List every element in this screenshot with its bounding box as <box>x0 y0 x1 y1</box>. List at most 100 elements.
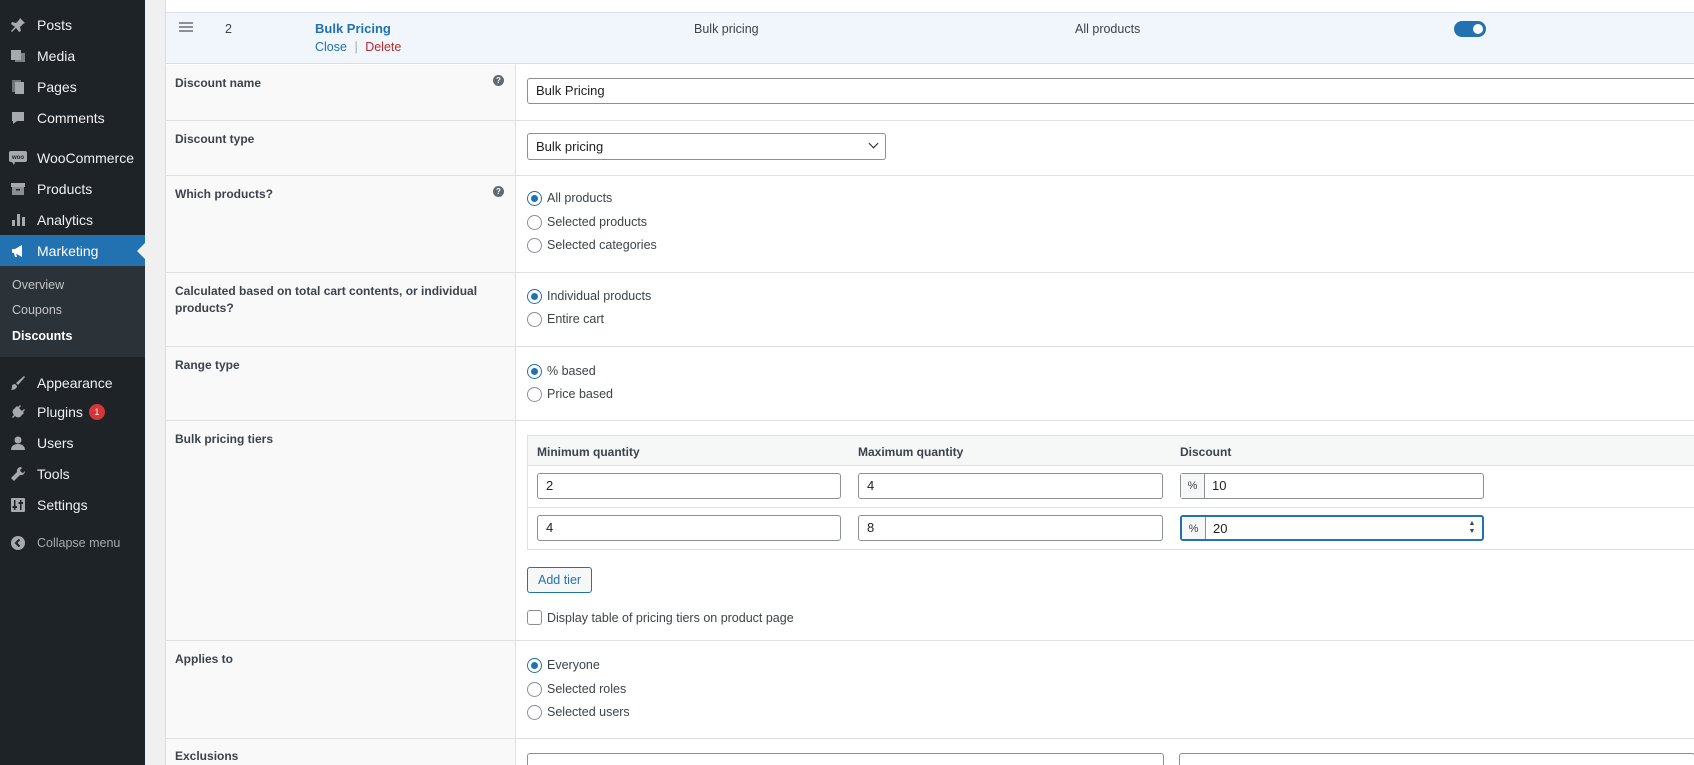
sidebar-item-media[interactable]: Media <box>0 40 145 71</box>
radio-dot[interactable] <box>527 386 542 402</box>
sidebar-item-tools[interactable]: Tools <box>0 458 145 489</box>
radio-dot[interactable] <box>527 704 542 720</box>
megaphone-icon <box>8 241 28 261</box>
discount-input-group[interactable]: % 10 <box>1180 473 1484 499</box>
radio-dot[interactable] <box>527 363 542 379</box>
radio-all-products[interactable]: All products <box>527 190 612 206</box>
radio-everyone[interactable]: Everyone <box>527 657 600 673</box>
discount-input-group[interactable]: % 20 ▲ ▼ <box>1180 515 1484 541</box>
number-spinner[interactable]: ▲ ▼ <box>1468 520 1476 536</box>
sidebar-item-label: Analytics <box>37 211 94 228</box>
sidebar-item-label: Media <box>37 47 76 64</box>
wrench-icon <box>8 464 28 484</box>
display-tiers-checkbox[interactable]: Display table of pricing tiers on produc… <box>527 610 794 625</box>
help-icon[interactable]: ? <box>493 75 504 86</box>
min-quantity-input[interactable]: 4 <box>537 515 841 541</box>
pages-icon <box>8 77 28 97</box>
bulk-tiers-row: Bulk pricing tiers Minimum quantity Maxi… <box>166 421 1694 641</box>
exclusions-products-input[interactable] <box>527 753 1164 765</box>
discount-type-select[interactable]: Bulk pricing <box>527 133 886 160</box>
discount-type-label: Discount type <box>175 132 255 146</box>
row-actions: Close | Delete <box>315 40 401 54</box>
sidebar-item-posts[interactable]: Posts <box>0 9 145 40</box>
radio-label: Selected products <box>547 215 648 229</box>
enabled-toggle[interactable] <box>1454 21 1486 37</box>
submenu-item-discounts[interactable]: Discounts <box>12 329 72 343</box>
discount-input[interactable]: 20 <box>1206 517 1482 539</box>
radio-price-based[interactable]: Price based <box>527 386 613 402</box>
checkbox-label: Display table of pricing tiers on produc… <box>547 610 794 625</box>
tier-row: 2 4 % 10 <box>527 466 1694 508</box>
sidebar-item-label: Appearance <box>37 374 113 391</box>
user-icon <box>8 433 28 453</box>
radio-selected-roles[interactable]: Selected roles <box>527 681 626 697</box>
discount-type-cell: Bulk pricing <box>694 22 759 36</box>
checkbox-box[interactable] <box>527 610 542 625</box>
radio-percent-based[interactable]: % based <box>527 363 596 379</box>
percent-prefix: % <box>1181 474 1205 498</box>
tier-row: 4 8 % 20 ▲ ▼ <box>527 508 1694 550</box>
exclusions-categories-input[interactable] <box>1179 753 1694 765</box>
applies-to-row: Applies to Everyone Selected roles Selec… <box>166 641 1694 739</box>
close-link[interactable]: Close <box>315 40 347 54</box>
admin-sidebar: Posts Media Pages Comments woo WooCommer… <box>0 0 145 765</box>
discount-name-input[interactable]: Bulk Pricing <box>527 78 1694 104</box>
help-icon[interactable]: ? <box>493 186 504 197</box>
discount-input[interactable]: 10 <box>1205 474 1483 498</box>
sidebar-item-label: Marketing <box>37 242 99 259</box>
sidebar-item-appearance[interactable]: Appearance <box>0 367 145 398</box>
submenu-item-coupons[interactable]: Coupons <box>12 303 62 317</box>
collapse-arrow-icon <box>8 533 28 553</box>
radio-label: Selected users <box>547 705 630 719</box>
sidebar-item-settings[interactable]: Settings <box>0 489 145 520</box>
max-quantity-input[interactable]: 8 <box>858 515 1163 541</box>
radio-label: % based <box>547 364 596 378</box>
discount-priority-number: 2 <box>225 22 232 36</box>
radio-dot[interactable] <box>527 214 542 230</box>
sidebar-item-analytics[interactable]: Analytics <box>0 204 145 235</box>
radio-label: Everyone <box>547 658 600 672</box>
media-icon <box>8 46 28 66</box>
discount-name-row: Discount name ? Bulk Pricing <box>166 65 1694 121</box>
max-quantity-input[interactable]: 4 <box>858 473 1163 499</box>
main-content: 2 Bulk Pricing Close | Delete Bulk prici… <box>145 0 1694 765</box>
discount-type-row: Discount type Bulk pricing <box>166 121 1694 176</box>
table-top-border <box>166 0 1694 13</box>
drag-handle-icon[interactable] <box>179 22 193 32</box>
discount-title-link[interactable]: Bulk Pricing <box>315 21 391 36</box>
collapse-menu-button[interactable]: Collapse menu <box>0 527 145 558</box>
comment-icon <box>8 108 28 128</box>
plug-icon <box>8 402 28 422</box>
radio-dot[interactable] <box>527 681 542 697</box>
radio-dot[interactable] <box>527 311 542 327</box>
sidebar-item-plugins[interactable]: Plugins 1 <box>0 396 145 427</box>
radio-individual-products[interactable]: Individual products <box>527 288 651 304</box>
range-type-label: Range type <box>175 358 240 372</box>
sidebar-item-pages[interactable]: Pages <box>0 71 145 102</box>
sidebar-item-label: Pages <box>37 78 77 95</box>
sidebar-item-comments[interactable]: Comments <box>0 102 145 133</box>
radio-dot[interactable] <box>527 237 542 253</box>
sidebar-item-label: Comments <box>37 109 105 126</box>
radio-dot[interactable] <box>527 190 542 206</box>
discount-type-selected-value: Bulk pricing <box>536 139 604 154</box>
min-quantity-input[interactable]: 2 <box>537 473 841 499</box>
radio-dot[interactable] <box>527 657 542 673</box>
radio-selected-categories[interactable]: Selected categories <box>527 237 657 253</box>
radio-dot[interactable] <box>527 288 542 304</box>
radio-selected-products[interactable]: Selected products <box>527 214 647 230</box>
radio-entire-cart[interactable]: Entire cart <box>527 311 604 327</box>
sidebar-item-woocommerce[interactable]: woo WooCommerce <box>0 142 145 173</box>
column-header-max: Maximum quantity <box>858 445 964 459</box>
delete-link[interactable]: Delete <box>365 40 401 54</box>
add-tier-button[interactable]: Add tier <box>527 567 593 593</box>
column-header-min: Minimum quantity <box>537 445 640 459</box>
radio-selected-users[interactable]: Selected users <box>527 704 630 720</box>
radio-label: Selected categories <box>547 238 657 252</box>
submenu-item-overview[interactable]: Overview <box>12 278 64 292</box>
which-products-row: Which products? ? All products Selected … <box>166 176 1694 273</box>
radio-label: Entire cart <box>547 312 604 326</box>
sidebar-item-users[interactable]: Users <box>0 427 145 458</box>
sidebar-item-marketing[interactable]: Marketing <box>0 235 145 266</box>
sidebar-item-products[interactable]: Products <box>0 173 145 204</box>
